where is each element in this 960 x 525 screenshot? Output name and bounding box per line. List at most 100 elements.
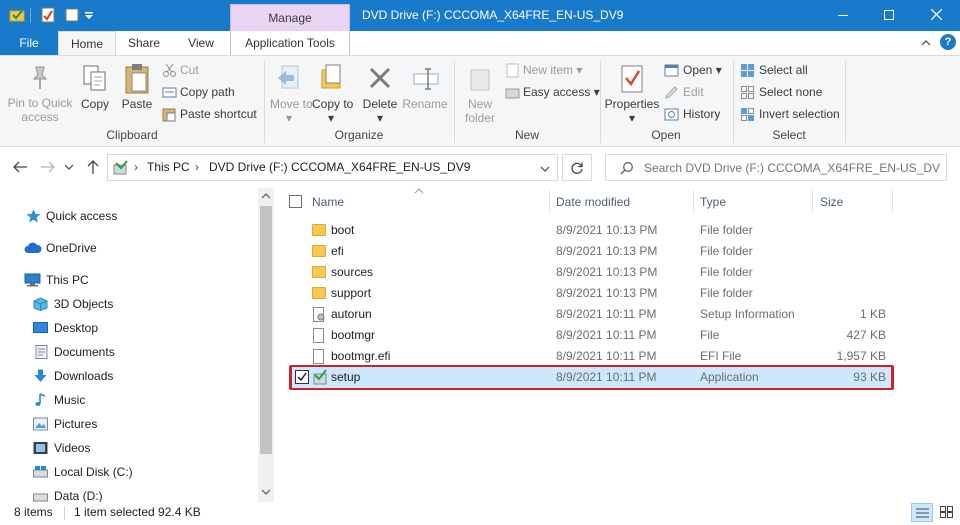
tab-view[interactable]: View <box>176 31 226 55</box>
breadcrumb-chevron-icon[interactable]: › <box>195 160 199 174</box>
edit-button[interactable]: Edit <box>664 84 732 102</box>
drive-icon <box>33 466 48 478</box>
address-history-chevron-icon[interactable] <box>540 165 550 173</box>
paste-shortcut-button[interactable]: Paste shortcut <box>162 106 262 124</box>
nav-item-this-pc[interactable]: This PC <box>0 268 258 292</box>
column-header-name[interactable]: Name <box>312 190 344 214</box>
nav-item-local-disk-c[interactable]: Local Disk (C:) <box>0 460 258 484</box>
file-row-bootmgr-efi[interactable]: bootmgr.efi 8/9/2021 10:11 PM EFI File 1… <box>282 346 894 367</box>
navigation-scrollbar[interactable] <box>258 188 274 502</box>
file-row-boot[interactable]: boot 8/9/2021 10:13 PM File folder <box>282 220 894 241</box>
breadcrumb-dvd-drive[interactable]: DVD Drive (F:) CCCOMA_X64FRE_EN-US_DV9 <box>209 160 470 174</box>
rename-icon <box>413 68 439 90</box>
move-to-button[interactable]: Move to ▾ <box>270 63 313 125</box>
select-all-button[interactable]: Select all <box>740 62 840 80</box>
close-icon <box>930 8 942 21</box>
copy-button[interactable]: Copy <box>76 63 114 123</box>
properties-button[interactable]: Properties ▾ <box>604 63 660 125</box>
breadcrumb-this-pc[interactable]: This PC <box>147 160 190 174</box>
nav-item-videos[interactable]: Videos <box>0 436 258 460</box>
new-item-button[interactable]: New item ▾ <box>505 62 597 80</box>
column-divider[interactable] <box>693 190 694 214</box>
file-row-efi[interactable]: efi 8/9/2021 10:13 PM File folder <box>282 241 894 262</box>
search-input[interactable] <box>644 159 940 177</box>
copy-path-button[interactable]: Copy path <box>162 84 262 102</box>
status-selection: 1 item selected 92.4 KB <box>74 505 201 519</box>
help-icon[interactable]: ? <box>940 34 956 50</box>
tab-share[interactable]: Share <box>118 31 170 55</box>
breadcrumb-chevron-icon[interactable]: › <box>134 160 138 174</box>
tab-home[interactable]: Home <box>58 31 116 55</box>
file-row-bootmgr[interactable]: bootmgr 8/9/2021 10:11 PM File 427 KB <box>282 325 894 346</box>
address-bar[interactable]: › This PC › DVD Drive (F:) CCCOMA_X64FRE… <box>107 154 558 181</box>
scroll-down-arrow-icon[interactable] <box>262 489 270 495</box>
select-all-icon <box>741 64 754 77</box>
file-name: bootmgr <box>331 328 376 342</box>
nav-label: Data (D:) <box>54 489 103 502</box>
file-row-setup[interactable]: setup 8/9/2021 10:11 PM Application 93 K… <box>292 367 891 388</box>
nav-label: OneDrive <box>46 241 97 255</box>
recent-locations-chevron-icon[interactable] <box>64 163 74 171</box>
nav-item-onedrive[interactable]: OneDrive <box>0 236 258 260</box>
open-label: Open ▾ <box>683 63 722 77</box>
copy-path-label: Copy path <box>180 85 235 99</box>
minimize-button[interactable] <box>820 0 866 31</box>
select-none-button[interactable]: Select none <box>740 84 840 102</box>
search-box[interactable] <box>605 154 947 181</box>
column-header-type[interactable]: Type <box>700 190 726 214</box>
dvd-drive-icon <box>113 160 128 175</box>
column-divider[interactable] <box>549 190 550 214</box>
new-folder-button[interactable]: New folder <box>458 63 502 125</box>
file-row-autorun[interactable]: autorun 8/9/2021 10:11 PM Setup Informat… <box>282 304 894 325</box>
cut-button[interactable]: Cut <box>162 62 262 80</box>
new-folder-qa-icon[interactable] <box>64 7 80 23</box>
nav-item-documents[interactable]: Documents <box>0 340 258 364</box>
file-row-sources[interactable]: sources 8/9/2021 10:13 PM File folder <box>282 262 894 283</box>
refresh-button[interactable] <box>562 154 592 181</box>
history-button[interactable]: History <box>664 106 732 124</box>
properties-icon <box>621 65 643 93</box>
close-button[interactable] <box>912 0 960 31</box>
select-all-checkbox[interactable] <box>289 195 302 208</box>
nav-item-pictures[interactable]: Pictures <box>0 412 258 436</box>
row-checkbox[interactable] <box>295 370 309 384</box>
file-size: 1 KB <box>859 307 886 321</box>
nav-item-music[interactable]: Music <box>0 388 258 412</box>
invert-selection-button[interactable]: Invert selection <box>740 106 850 124</box>
customize-qa-chevron-icon[interactable] <box>84 11 94 21</box>
scrollbar-thumb[interactable] <box>260 206 272 454</box>
forward-arrow-icon[interactable] <box>40 160 56 174</box>
column-header-size[interactable]: Size <box>820 190 843 214</box>
copy-to-button[interactable]: Copy to ▾ <box>312 63 353 125</box>
nav-item-3d-objects[interactable]: 3D Objects <box>0 292 258 316</box>
file-size: 1,957 KB <box>836 349 886 363</box>
properties-qa-icon[interactable] <box>40 7 56 23</box>
easy-access-button[interactable]: Easy access ▾ <box>505 84 600 102</box>
rename-button[interactable]: Rename <box>402 63 448 125</box>
new-group-label: New <box>514 128 539 142</box>
tab-file[interactable]: File <box>0 31 58 55</box>
nav-item-data-d[interactable]: Data (D:) <box>0 484 258 502</box>
videos-icon <box>33 442 48 454</box>
maximize-button[interactable] <box>866 0 912 31</box>
pin-to-quick-access-button[interactable]: Pin to Quick access <box>6 63 74 125</box>
column-header-date-modified[interactable]: Date modified <box>556 190 630 214</box>
tab-application-tools[interactable]: Application Tools <box>232 31 348 55</box>
nav-item-desktop[interactable]: Desktop <box>0 316 258 340</box>
nav-item-quick-access[interactable]: Quick access <box>0 204 258 228</box>
minimize-ribbon-chevron-icon[interactable] <box>920 37 932 49</box>
file-row-support[interactable]: support 8/9/2021 10:13 PM File folder <box>282 283 894 304</box>
column-divider[interactable] <box>812 190 813 214</box>
details-view-button[interactable] <box>911 503 933 522</box>
back-arrow-icon[interactable] <box>12 160 28 174</box>
scroll-up-arrow-icon[interactable] <box>262 193 270 199</box>
up-arrow-icon[interactable] <box>86 159 100 175</box>
nav-label: Documents <box>54 345 115 359</box>
delete-button[interactable]: Delete ▾ <box>360 63 400 125</box>
column-divider[interactable] <box>892 190 893 214</box>
tab-manage[interactable]: Manage <box>230 11 350 25</box>
nav-item-downloads[interactable]: Downloads <box>0 364 258 388</box>
large-icons-view-button[interactable] <box>936 503 958 522</box>
open-button[interactable]: Open ▾ <box>664 62 732 80</box>
paste-button[interactable]: Paste <box>116 63 158 123</box>
